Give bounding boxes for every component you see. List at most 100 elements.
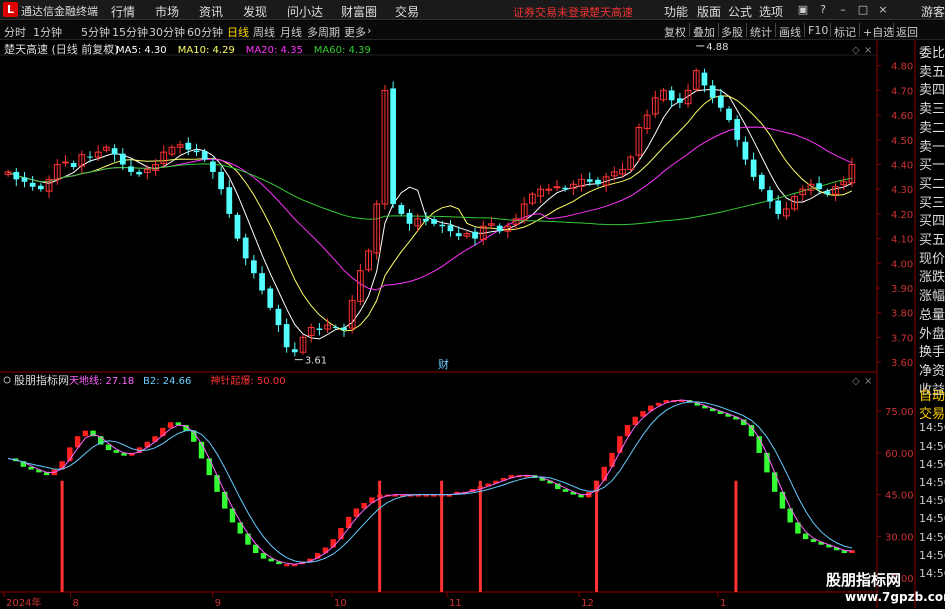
chevron-right-icon[interactable]: › — [367, 24, 371, 37]
tool-add-watchlist[interactable]: +自选 — [863, 24, 894, 40]
menu-discover[interactable]: 发现 — [243, 3, 267, 20]
candle-down — [676, 98, 683, 103]
candle-down — [668, 90, 675, 101]
menu-layout[interactable]: 版面 — [697, 3, 721, 20]
low-label: 3.61 — [305, 356, 327, 367]
candle-down — [128, 166, 134, 172]
time-tick-label: 1 — [720, 598, 726, 609]
indicator-line-tiandi — [7, 399, 853, 565]
menu-ask[interactable]: 问小达 — [287, 3, 323, 20]
toolbar-divider — [775, 23, 776, 37]
app-name: 通达信金融终端 — [21, 5, 98, 18]
tool-multi-stock[interactable]: 多股 — [721, 24, 743, 40]
candle-down — [111, 148, 118, 155]
period-tab-15min[interactable]: 15分钟 — [112, 24, 148, 40]
tool-adjust[interactable]: 复权 — [664, 24, 686, 40]
indicator-tick-label: 30.00 — [885, 532, 914, 543]
period-tab-monthly[interactable]: 月线 — [280, 24, 302, 40]
user-guest[interactable]: 游客 — [921, 3, 945, 20]
maximize-icon[interactable]: □ — [857, 3, 869, 16]
ma-line — [7, 95, 853, 332]
tool-draw[interactable]: 画线 — [779, 24, 801, 40]
period-tab-60min[interactable]: 60分钟 — [187, 24, 223, 40]
candle-down — [259, 273, 265, 291]
candle-down — [332, 327, 339, 329]
app-logo-icon: L — [3, 2, 18, 17]
menu-formula[interactable]: 公式 — [728, 3, 752, 20]
menu-options[interactable]: 选项 — [759, 3, 783, 20]
toolbar-divider — [859, 23, 860, 37]
indicator-bar-up — [609, 452, 615, 467]
indicator-tick-label: 45.00 — [885, 491, 914, 502]
candle-down — [37, 185, 44, 190]
time-tick-label: 8 — [72, 598, 78, 609]
ma-line — [7, 88, 853, 340]
quote-panel-label: 14:56 — [919, 476, 945, 489]
quote-panel-label: 卖四 — [919, 83, 945, 98]
indicator-legend-item: 神针起爆: 50.00 — [210, 374, 285, 387]
period-tab-weekly[interactable]: 周线 — [253, 24, 275, 40]
quote-panel-label: 14:56 — [919, 549, 945, 562]
menu-news[interactable]: 资讯 — [199, 3, 223, 20]
tool-overlay[interactable]: 叠加 — [693, 24, 715, 40]
help-icon[interactable]: ? — [817, 3, 829, 16]
layout-icon[interactable]: ▣ — [797, 3, 809, 16]
price-tick-label: 4.30 — [891, 185, 913, 196]
quote-panel-label: 14:56 — [919, 458, 945, 471]
period-tab-30min[interactable]: 30分钟 — [149, 24, 185, 40]
menu-quotes[interactable]: 行情 — [111, 3, 135, 20]
quote-panel-label: 净资 — [919, 364, 945, 379]
tool-stats[interactable]: 统计 — [750, 24, 772, 40]
indicator-line-b2 — [7, 401, 853, 563]
tool-mark[interactable]: 标记 — [834, 24, 856, 40]
quote-panel-label: 委比 — [919, 46, 945, 61]
candle-down — [242, 237, 249, 259]
toolbar-divider — [830, 23, 831, 37]
watermark-url: www.7gpzb.com — [845, 590, 945, 604]
period-tab-more[interactable]: 更多 — [344, 24, 366, 40]
close-icon[interactable]: × — [877, 3, 889, 16]
indicator-bar-down — [764, 452, 770, 473]
quote-panel-label: 现价 — [919, 252, 945, 267]
time-tick-label: 12 — [581, 598, 594, 609]
menu-functions[interactable]: 功能 — [664, 3, 688, 20]
minimize-icon[interactable]: – — [837, 3, 849, 16]
period-tab-1min[interactable]: 1分钟 — [33, 24, 62, 40]
tool-f10[interactable]: F10 — [808, 24, 828, 37]
kline-chart[interactable]: 4.80 4.70 4.60 4.50 4.40 4.30 4.20 4.10 4.00 3.90… — [0, 40, 945, 609]
candle-down — [742, 141, 749, 160]
tool-back[interactable]: 返回 — [896, 24, 918, 40]
time-tick-label: 2024年 — [6, 596, 41, 609]
period-tab-5min[interactable]: 5分钟 — [81, 24, 110, 40]
candle-down — [406, 212, 413, 224]
candle-down — [13, 171, 20, 180]
candle-down — [472, 231, 478, 239]
login-status[interactable]: 证券交易未登录 — [513, 4, 590, 20]
period-tab-multi[interactable]: 多周期 — [307, 24, 340, 40]
candle-down — [717, 95, 724, 108]
toolbar-divider — [689, 23, 690, 37]
candle-down — [87, 156, 93, 158]
candle-down — [398, 205, 405, 214]
candle-down — [423, 218, 429, 222]
chart-grid — [0, 40, 916, 609]
menu-trade[interactable]: 交易 — [395, 3, 419, 20]
price-tick-label: 4.60 — [891, 111, 913, 122]
chart-close-icon: × — [864, 45, 872, 56]
candle-down — [218, 171, 224, 190]
candle-down — [726, 108, 732, 121]
indicator-settings-icon — [3, 376, 11, 384]
period-tab-intraday[interactable]: 分时 — [4, 24, 26, 40]
candle-down — [283, 324, 290, 348]
period-tab-daily[interactable]: 日线 — [227, 24, 249, 40]
candle-down — [455, 233, 462, 237]
menu-wealth[interactable]: 财富圈 — [341, 3, 377, 20]
candle-down — [586, 179, 593, 182]
candles — [4, 68, 856, 357]
candle-down — [185, 142, 192, 150]
quote-panel-label: 买四 — [919, 214, 945, 229]
price-tick-label: 3.60 — [891, 358, 913, 369]
indicator-spike — [478, 480, 482, 592]
menu-market[interactable]: 市场 — [155, 3, 179, 20]
indicator-spike — [440, 480, 444, 592]
